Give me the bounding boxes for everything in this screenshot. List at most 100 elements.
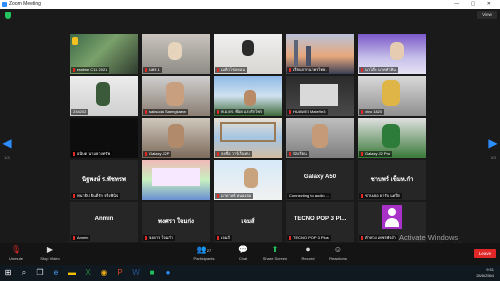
muted-mic-icon [217, 193, 219, 198]
reactions-button[interactable]: ☺ Reactions [324, 245, 352, 261]
muted-mic-icon [361, 235, 363, 240]
video-tile[interactable]: TECNO POP 3 Pl... TECNO POP 3 Plus [286, 202, 354, 242]
muted-mic-icon [289, 235, 291, 240]
participant-name: เมคิวโชลดอน [221, 67, 245, 72]
clock-date: 28/8/2564 [476, 273, 494, 278]
search-icon[interactable]: ⌕ [19, 268, 29, 278]
windows-taskbar: ⊞ ⌕ ❒ e ▬ X ◉ P W ■ ● 9:51 28/8/2564 [0, 265, 500, 281]
video-gallery: View ◀ 1/3 ▶ 3/3 realme C11 2021 นพร.1 เ… [0, 9, 500, 243]
zoom-taskbar-icon[interactable]: ● [163, 268, 173, 278]
video-tile[interactable]: vivo 1820 [358, 76, 426, 116]
watermark-title: Activate Windows [398, 233, 459, 242]
muted-mic-icon [145, 235, 147, 240]
muted-mic-icon [361, 151, 363, 156]
reactions-label: Reactions [329, 256, 347, 261]
participants-button[interactable]: 👥27 Participants [188, 245, 220, 261]
chat-label: Chat [238, 256, 248, 261]
participant-name: 234202 [73, 109, 87, 114]
video-tile[interactable]: นิฐพงษ์ ร.พัชทรพ พนาธิป ยินดีรัก จริงพิน… [70, 160, 138, 200]
video-tile[interactable]: เรียนจากนาครไทย- [286, 34, 354, 74]
leave-label: Leave [478, 251, 492, 256]
participant-display-name: ชาบพร์ เข็มห.กำ [370, 177, 414, 183]
view-label: View [482, 12, 492, 17]
participants-label: Participants [193, 256, 215, 261]
next-page-number: 3/3 [490, 155, 496, 160]
participant-display-name: พงศรา ใจมก่ง [158, 219, 194, 225]
participant-name: นาโต๊ะ นาคหัวหิน [365, 67, 396, 72]
participant-name: เรียนจากนาครไทย- [293, 67, 327, 72]
participant-name: พ.อ.ดร. ท๊อด แรงรักไพร [221, 109, 263, 114]
smiley-icon: ☺ [333, 245, 343, 254]
muted-mic-icon [73, 193, 75, 198]
window-title: Zoom Meeting [9, 1, 41, 7]
video-tile[interactable]: มาดาลย์ หนองจอ [214, 160, 282, 200]
video-tile[interactable]: 234202 [70, 76, 138, 116]
chrome-icon[interactable]: ◉ [99, 268, 109, 278]
video-tile[interactable]: พงศรา ใจมก่ง จงดาร ใจมกำ [142, 202, 210, 242]
participant-name: Connecting to audio ... [289, 193, 330, 198]
share-screen-icon: ⬆ [271, 245, 279, 254]
video-tile[interactable]: นักเรียน [286, 118, 354, 158]
video-tile[interactable]: HUAWEI Mate9e3 [286, 76, 354, 116]
video-tile[interactable]: อนิบด นามยางทรัพ [70, 118, 138, 158]
muted-mic-icon [289, 109, 291, 114]
video-tile[interactable] [142, 160, 210, 200]
participant-name: นพร.1 [149, 67, 160, 72]
participant-name: HUAWEI Mate9e3 [293, 109, 326, 114]
video-tile[interactable]: ชาบพร์ เข็มห.กำ ชาบเธอ ยารับ แดปีก [358, 160, 426, 200]
view-button[interactable]: View [477, 11, 497, 19]
powerpoint-icon[interactable]: P [115, 268, 125, 278]
participant-display-name: TECNO POP 3 Pl... [293, 216, 347, 222]
record-button[interactable]: ⏺ Record [296, 245, 320, 261]
stop-video-button[interactable]: ▶ Stop Video [36, 245, 64, 261]
unmute-button[interactable]: 🎙 Unmute [4, 245, 28, 261]
task-view-icon[interactable]: ❒ [35, 268, 45, 278]
video-tile[interactable]: saksuda Saengkaew [142, 76, 210, 116]
chat-button[interactable]: 💬 Chat [232, 245, 254, 261]
muted-mic-icon [145, 151, 147, 156]
video-tile[interactable]: นพร.1 [142, 34, 210, 74]
participant-name: Galaxy J2P [149, 151, 170, 156]
participants-icon: 👥27 [196, 245, 212, 254]
muted-mic-icon [217, 151, 219, 156]
leave-meeting-button[interactable]: Leave [474, 249, 496, 258]
muted-mic-icon [217, 109, 219, 114]
word-icon[interactable]: W [131, 268, 141, 278]
window-controls[interactable]: — ▢ ✕ [454, 0, 496, 9]
excel-icon[interactable]: X [83, 268, 93, 278]
muted-mic-icon [361, 67, 363, 72]
windows-start-icon[interactable]: ⊞ [3, 268, 13, 278]
muted-mic-icon [73, 67, 75, 72]
participant-name: ชาบเธอ ยารับ แดปีก [365, 193, 401, 198]
participant-name: นักเรียน [293, 151, 307, 156]
prev-page-arrow-icon[interactable]: ◀ [2, 133, 12, 153]
video-tile[interactable]: Galaxy J2 Pro [358, 118, 426, 158]
shield-icon[interactable] [5, 12, 11, 19]
video-tile[interactable]: พ.อ.ดร. ท๊อด แรงรักไพร [214, 76, 282, 116]
record-label: Record [301, 256, 315, 261]
file-explorer-icon[interactable]: ▬ [67, 268, 77, 278]
muted-microphone-icon: 🎙 [10, 245, 22, 254]
video-tile[interactable]: Anmin Anmin [70, 202, 138, 242]
chat-bubble-icon: 💬 [238, 245, 248, 254]
participant-name: realme C11 2021 [77, 67, 108, 72]
participant-name: เจมส์ [221, 235, 230, 240]
share-screen-button[interactable]: ⬆ Share Screen [260, 245, 290, 261]
video-tile[interactable]: realme C11 2021 [70, 34, 138, 74]
participant-name: TECNO POP 3 Plus [293, 235, 329, 240]
video-tile[interactable]: เจมส์ เจมส์ [214, 202, 282, 242]
next-page-arrow-icon[interactable]: ▶ [488, 133, 498, 153]
line-app-icon[interactable]: ■ [147, 268, 157, 278]
muted-mic-icon [73, 235, 75, 240]
edge-browser-icon[interactable]: e [51, 268, 61, 278]
video-tile-active-speaker[interactable]: นาโต๊ะ นาคหัวหิน [358, 34, 426, 74]
video-tile[interactable]: Galaxy A50 Connecting to audio ... [286, 160, 354, 200]
video-tile[interactable]: Galaxy J2P [142, 118, 210, 158]
avatar [382, 205, 402, 229]
participant-name: จงดาร ใจมกำ [149, 235, 174, 240]
muted-mic-icon [145, 67, 147, 72]
participant-name: vivo 1820 [365, 109, 383, 114]
system-clock[interactable]: 9:51 28/8/2564 [476, 267, 494, 279]
video-tile[interactable]: เมคิวโชลดอน [214, 34, 282, 74]
video-tile[interactable]: ลงชื่อ วาร์เร็นทบ [214, 118, 282, 158]
